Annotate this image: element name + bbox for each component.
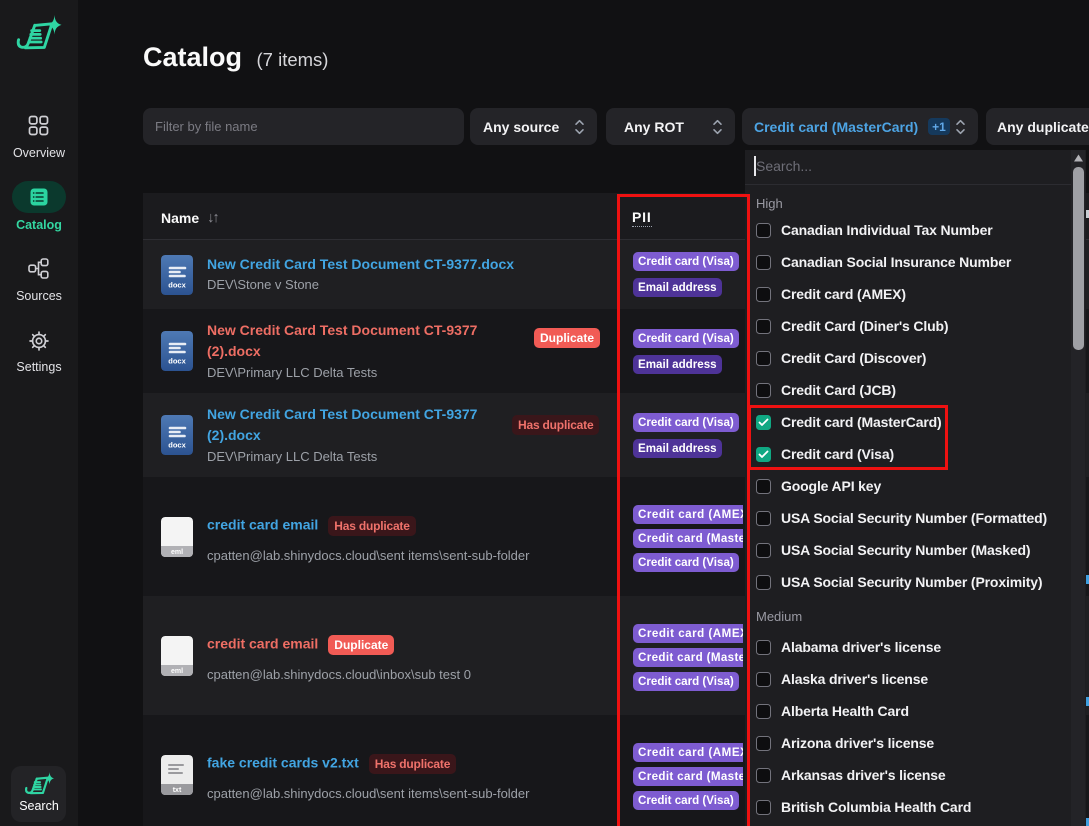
svg-text:txt: txt [173,787,182,794]
svg-text:eml: eml [171,668,183,675]
svg-text:docx: docx [168,441,186,450]
svg-text:docx: docx [168,280,186,289]
svg-text:docx: docx [168,357,186,366]
svg-text:eml: eml [171,549,183,556]
